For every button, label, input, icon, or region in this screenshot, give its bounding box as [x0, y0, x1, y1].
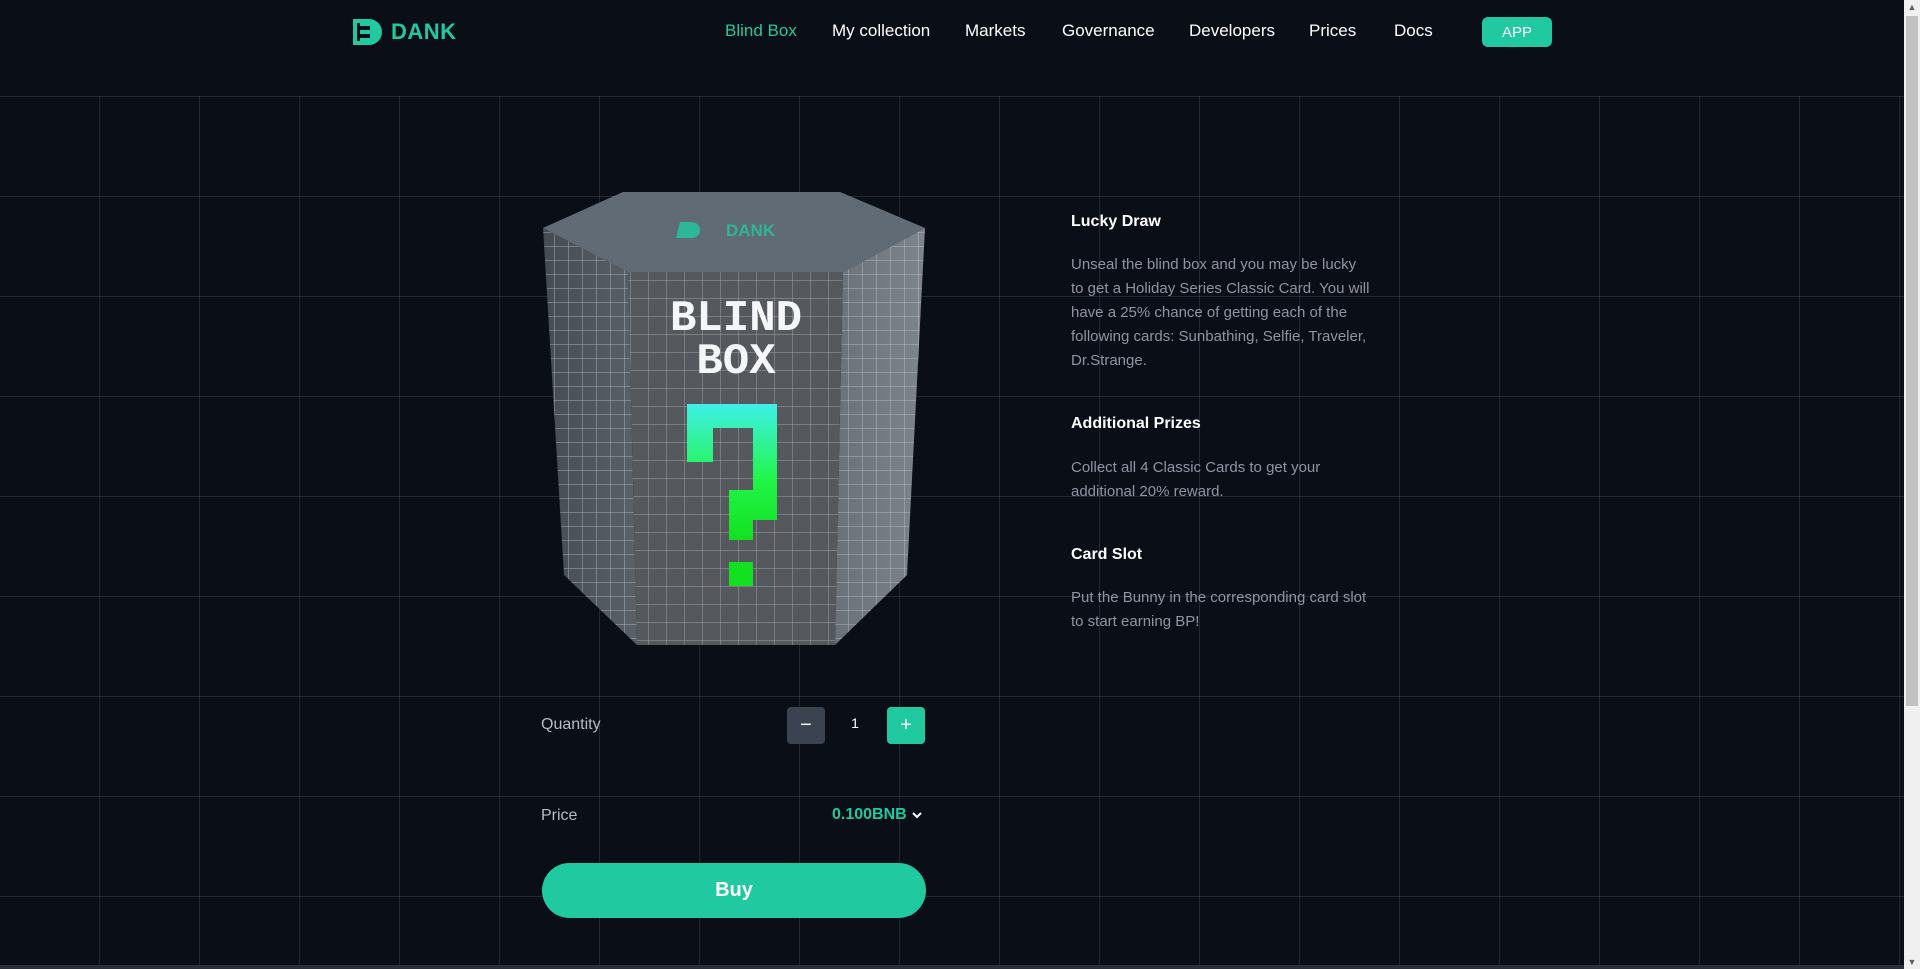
top-navigation: DANK Blind Box My collection Markets Gov… — [0, 0, 1904, 96]
nav-my-collection[interactable]: My collection — [832, 21, 930, 41]
quantity-increase-button[interactable]: + — [887, 707, 925, 744]
price-label: Price — [541, 807, 578, 824]
brand-name: DANK — [391, 19, 457, 44]
scroll-up-icon[interactable]: ▲ — [1906, 0, 1918, 14]
chevron-down-icon — [911, 812, 922, 819]
box-top-logo — [676, 222, 700, 238]
additional-prizes-text: Collect all 4 Classic Cards to get your … — [1071, 459, 1321, 500]
price-value: 0.100BNB — [832, 806, 907, 823]
nav-governance[interactable]: Governance — [1062, 21, 1155, 41]
background-grid — [0, 0, 1904, 969]
scrollbar-thumb[interactable] — [1906, 16, 1918, 706]
nav-blind-box[interactable]: Blind Box — [725, 21, 797, 41]
nav-docs[interactable]: Docs — [1394, 21, 1433, 41]
box-top-brand: DANK — [726, 221, 776, 240]
blind-box-illustration: DANK BLIND BOX — [540, 190, 928, 650]
quantity-label: Quantity — [541, 716, 601, 733]
card-slot-title: Card Slot — [1071, 546, 1143, 563]
nav-markets[interactable]: Markets — [965, 21, 1025, 41]
logo[interactable]: DANK — [351, 17, 457, 47]
card-slot-text: Put the Bunny in the corresponding card … — [1071, 589, 1367, 630]
nav-prices[interactable]: Prices — [1309, 21, 1356, 41]
dank-logo-icon — [353, 19, 382, 45]
buy-button[interactable]: Buy — [542, 863, 926, 918]
lucky-draw-text: Unseal the blind box and you may be luck… — [1071, 256, 1370, 369]
nav-developers[interactable]: Developers — [1189, 21, 1275, 41]
bottom-edge — [0, 965, 1904, 969]
scroll-down-icon[interactable]: ▼ — [1906, 955, 1918, 969]
quantity-decrease-button[interactable]: − — [787, 707, 825, 744]
additional-prizes-title: Additional Prizes — [1071, 415, 1201, 432]
app-button[interactable]: APP — [1482, 17, 1552, 47]
lucky-draw-title: Lucky Draw — [1071, 213, 1161, 230]
quantity-value[interactable]: 1 — [835, 715, 875, 731]
price-select[interactable]: 0.100BNB — [832, 806, 923, 824]
box-title-line2: BOX — [696, 337, 776, 387]
